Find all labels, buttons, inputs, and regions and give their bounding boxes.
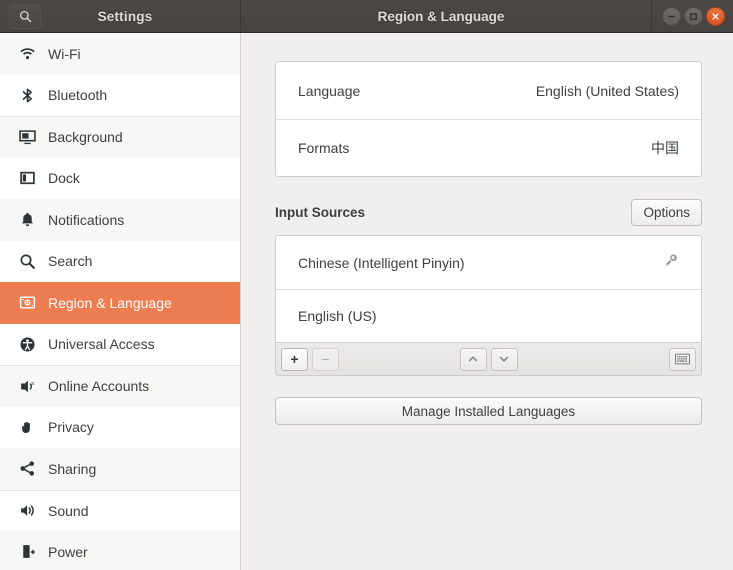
sidebar-item-sharing[interactable]: Sharing [0, 448, 240, 490]
formats-label: Formats [298, 140, 350, 156]
sidebar-item-wifi[interactable]: Wi-Fi [0, 33, 240, 75]
background-icon [14, 129, 40, 146]
language-value: English (United States) [535, 82, 679, 99]
sidebar-item-label: Power [48, 543, 88, 560]
move-down-button[interactable] [490, 347, 518, 371]
sidebar-item-dock[interactable]: Dock [0, 158, 240, 200]
window-body: Wi-Fi Bluetooth Background Dock Notifica… [0, 33, 733, 570]
power-icon [14, 543, 40, 560]
search-icon [14, 253, 40, 270]
content-area: Language English (United States) Formats… [241, 33, 733, 570]
window-controls [651, 0, 725, 33]
toolbar-right-group [669, 347, 696, 371]
input-sources-title: Input Sources [275, 204, 366, 220]
move-up-button[interactable] [459, 347, 487, 371]
bluetooth-icon [14, 87, 40, 104]
minimize-button[interactable] [662, 7, 681, 26]
toolbar-center-group [276, 347, 701, 371]
formats-row[interactable]: Formats 中国 [276, 119, 701, 176]
bell-icon [14, 211, 40, 228]
sidebar-item-online-accounts[interactable]: S Online Accounts [0, 365, 240, 407]
titlebar-content-section: Region & Language [241, 0, 733, 33]
sidebar-item-label: Sound [48, 502, 89, 519]
sidebar-item-label: Background [48, 129, 123, 146]
manage-installed-languages-button[interactable]: Manage Installed Languages [275, 397, 702, 425]
formats-value: 中国 [651, 140, 679, 156]
dock-icon [14, 170, 40, 187]
sidebar-item-label: Search [48, 253, 93, 270]
privacy-hand-icon [14, 419, 40, 436]
sharing-icon [14, 460, 40, 477]
options-button[interactable]: Options [631, 198, 702, 226]
add-input-source-button[interactable]: + [281, 347, 308, 371]
titlebar: Settings Region & Language [0, 0, 733, 33]
settings-window: Settings Region & Language Wi-Fi Bluetoo… [0, 0, 733, 570]
sound-icon [14, 502, 40, 519]
wifi-icon [14, 45, 40, 62]
close-button[interactable] [706, 7, 725, 26]
sidebar-item-search[interactable]: Search [0, 241, 240, 283]
input-source-label: English (US) [298, 308, 377, 324]
sidebar-item-background[interactable]: Background [0, 116, 240, 158]
sidebar-item-notifications[interactable]: Notifications [0, 199, 240, 241]
sidebar-item-label: Notifications [48, 211, 125, 228]
list-item[interactable]: Chinese (Intelligent Pinyin) [276, 236, 701, 289]
region-language-icon [14, 294, 40, 311]
preferences-gear-icon[interactable] [663, 252, 679, 273]
input-sources-list: Chinese (Intelligent Pinyin) English (US… [275, 235, 702, 343]
sidebar-item-sound[interactable]: Sound [0, 489, 240, 532]
maximize-button[interactable] [684, 7, 703, 26]
sidebar-item-region-and-language[interactable]: Region & Language [0, 282, 240, 324]
sidebar-item-label: Online Accounts [48, 378, 150, 395]
sidebar-item-label: Privacy [48, 419, 94, 436]
remove-input-source-button[interactable]: − [312, 347, 339, 371]
input-sources-header: Input Sources Options [275, 198, 702, 226]
titlebar-sidebar-section: Settings [0, 0, 241, 32]
sidebar-item-label: Universal Access [48, 336, 155, 353]
sidebar-item-label: Region & Language [48, 294, 172, 311]
sidebar: Wi-Fi Bluetooth Background Dock Notifica… [0, 33, 241, 570]
show-keyboard-layout-button[interactable] [669, 347, 696, 371]
sidebar-item-label: Sharing [48, 460, 97, 477]
sidebar-item-label: Bluetooth [48, 87, 108, 104]
input-sources-toolbar: + − [275, 343, 702, 376]
search-icon [19, 10, 32, 23]
sidebar-item-label: Wi-Fi [48, 45, 81, 62]
universal-access-icon [14, 336, 40, 353]
sidebar-item-label: Dock [48, 170, 80, 187]
search-button[interactable] [9, 4, 41, 29]
svg-text:S: S [31, 381, 35, 387]
sidebar-item-privacy[interactable]: Privacy [0, 407, 240, 449]
language-label: Language [298, 82, 361, 99]
list-item[interactable]: English (US) [276, 289, 701, 342]
toolbar-left-group: + − [281, 347, 339, 371]
language-card: Language English (United States) Formats… [275, 61, 702, 177]
sidebar-item-power[interactable]: Power [0, 531, 240, 570]
input-source-label: Chinese (Intelligent Pinyin) [298, 254, 465, 271]
sidebar-item-universal-access[interactable]: Universal Access [0, 324, 240, 366]
language-row[interactable]: Language English (United States) [276, 62, 701, 119]
sidebar-item-bluetooth[interactable]: Bluetooth [0, 75, 240, 117]
online-accounts-icon: S [14, 378, 40, 395]
